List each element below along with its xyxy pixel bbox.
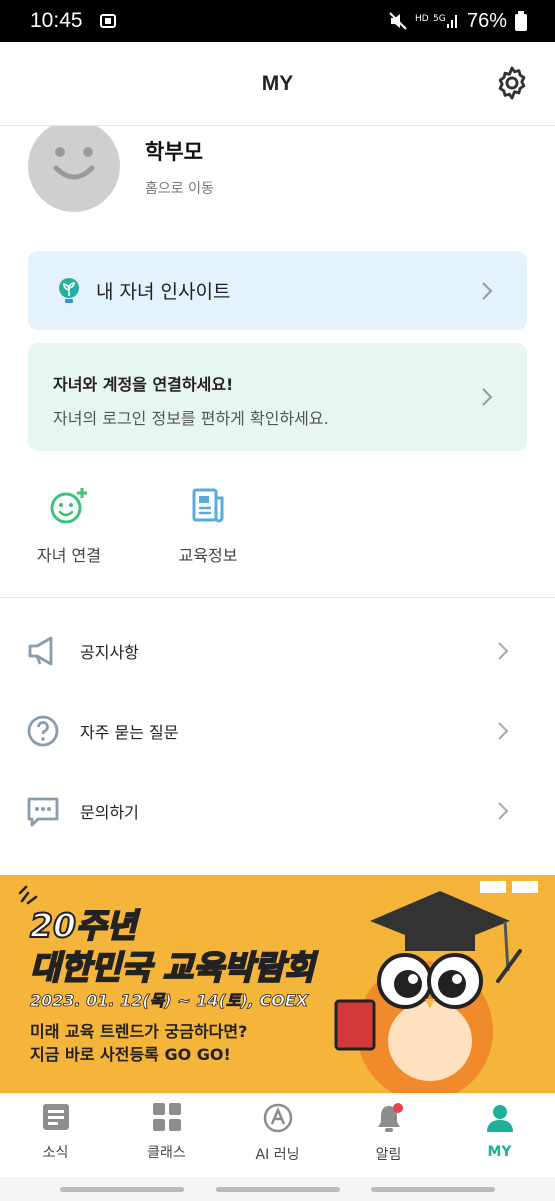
- menu-item-inquiry[interactable]: 문의하기: [0, 771, 555, 851]
- tab-label: MY: [487, 1144, 512, 1160]
- ai-icon: [263, 1103, 292, 1133]
- status-bar: 10:45 HD 5G 76%: [0, 0, 555, 42]
- grid-icon: [152, 1103, 181, 1131]
- battery-icon: [515, 11, 527, 31]
- child-connect-label: 자녀 연결: [37, 546, 101, 565]
- chevron-right-icon: [482, 388, 493, 406]
- profile-name: 학부모: [145, 140, 203, 164]
- mute-icon: [389, 12, 407, 30]
- system-nav-bar: [0, 1177, 555, 1201]
- banner-line1: 20주년: [29, 905, 138, 946]
- bell-icon: [377, 1103, 403, 1132]
- insight-label: 내 자녀 인사이트: [96, 281, 231, 303]
- chat-icon: [27, 797, 59, 827]
- menu-label: 문의하기: [80, 803, 139, 822]
- menu-item-faq[interactable]: 자주 묻는 질문: [0, 691, 555, 771]
- banner-line5: 지금 바로 사전등록 GO GO!: [30, 1045, 231, 1064]
- chevron-right-icon: [498, 722, 509, 740]
- tab-my[interactable]: MY: [444, 1102, 555, 1160]
- banner-line4: 미래 교육 트렌드가 궁금하다면?: [30, 1022, 248, 1041]
- svg-text:HD: HD: [415, 14, 429, 24]
- lightbulb-icon: [59, 277, 79, 303]
- smile-face-icon: [53, 147, 95, 180]
- nav-recent-handle[interactable]: [60, 1187, 184, 1192]
- tab-alerts[interactable]: 알림: [333, 1102, 444, 1164]
- tab-label: 클래스: [147, 1145, 186, 1161]
- gear-icon[interactable]: [493, 64, 531, 102]
- event-banner[interactable]: 20주년 대한민국 교육박람회 2023. 01. 12(목) ~ 14(토),…: [0, 875, 555, 1093]
- news-icon: [42, 1104, 69, 1130]
- status-time: 10:45: [30, 9, 83, 32]
- question-icon: [27, 715, 59, 747]
- divider: [0, 597, 555, 598]
- education-info-button[interactable]: 교육정보: [153, 486, 263, 566]
- chevron-right-icon: [498, 642, 509, 660]
- connect-card[interactable]: 자녀와 계정을 연결하세요! 자녀의 로그인 정보를 편하게 확인하세요.: [28, 343, 527, 451]
- tab-label: AI 러닝: [255, 1147, 300, 1163]
- tab-news[interactable]: 소식: [0, 1102, 111, 1162]
- tab-label: 알림: [375, 1147, 402, 1163]
- chevron-right-icon: [498, 802, 509, 820]
- education-info-label: 교육정보: [178, 546, 238, 565]
- screenshot-icon: [99, 14, 116, 28]
- insight-card[interactable]: 내 자녀 인사이트: [28, 251, 527, 330]
- nav-home-handle[interactable]: [216, 1187, 340, 1192]
- app-bar: MY: [0, 42, 555, 126]
- profile-section: 학부모 홈으로 이동: [0, 126, 555, 236]
- person-icon: [486, 1105, 513, 1132]
- menu-label: 공지사항: [80, 643, 139, 662]
- svg-text:5G: 5G: [433, 14, 446, 24]
- home-link[interactable]: 홈으로 이동: [145, 178, 214, 198]
- tab-class[interactable]: 클래스: [111, 1102, 222, 1162]
- chevron-right-icon: [482, 281, 493, 300]
- avatar[interactable]: [28, 126, 120, 212]
- mascot-owl-illustration: [334, 881, 538, 1093]
- tab-ai-learning[interactable]: AI 러닝: [222, 1102, 333, 1164]
- banner-line3: 2023. 01. 12(목) ~ 14(토), COEX: [30, 991, 309, 1011]
- connect-subtitle: 자녀의 로그인 정보를 편하게 확인하세요.: [53, 409, 329, 428]
- banner-line2: 대한민국 교육박람회: [29, 947, 316, 988]
- network-icon: HD 5G: [415, 14, 457, 28]
- menu-item-notice[interactable]: 공지사항: [0, 611, 555, 691]
- menu-label: 자주 묻는 질문: [80, 723, 179, 742]
- bottom-tab-bar: 소식 클래스 AI 러닝 알림 MY: [0, 1093, 555, 1177]
- smile-plus-icon: [50, 488, 87, 524]
- news-icon: [192, 488, 224, 523]
- nav-back-handle[interactable]: [371, 1187, 495, 1192]
- battery-percent: 76%: [466, 9, 507, 32]
- megaphone-icon: [28, 636, 53, 666]
- page-title: MY: [261, 71, 294, 95]
- connect-title: 자녀와 계정을 연결하세요!: [53, 375, 234, 394]
- child-connect-button[interactable]: 자녀 연결: [14, 486, 124, 566]
- tab-label: 소식: [42, 1145, 69, 1161]
